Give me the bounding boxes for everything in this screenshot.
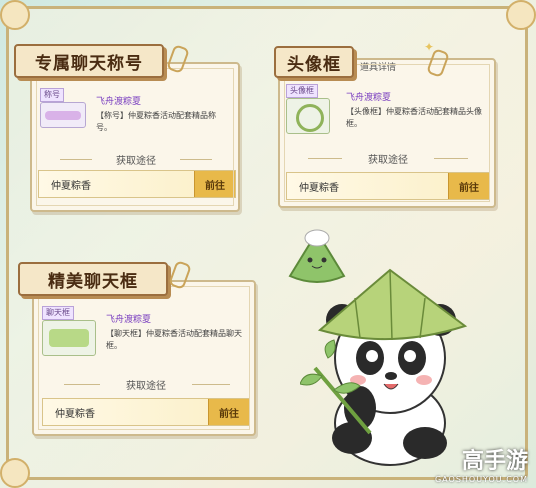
route-title: 获取途径 xyxy=(342,151,434,166)
item-name: 飞舟渡粽夏 xyxy=(96,97,142,107)
star-icon: ✦ xyxy=(424,40,435,54)
go-button[interactable]: 前往 xyxy=(208,399,249,425)
item-type-tag: 称号 xyxy=(40,88,64,102)
item-description: 【聊天框】仲夏粽香活动配套精品聊天框。 xyxy=(106,329,242,350)
chat-item-card: 聊天框 飞舟渡粽夏 【聊天框】仲夏粽香活动配套精品聊天框。 获取途径 仲夏粽香 … xyxy=(32,280,256,436)
watermark-brand: 高手游 xyxy=(461,449,528,474)
route-row[interactable]: 仲夏粽香 前往 xyxy=(38,170,236,198)
title-item-icon[interactable] xyxy=(40,102,86,128)
go-button[interactable]: 前往 xyxy=(194,171,235,197)
route-row[interactable]: 仲夏粽香 前往 xyxy=(42,398,250,426)
item-detail-header: 道具详情 xyxy=(360,63,397,73)
item-name: 飞舟渡粽夏 xyxy=(346,93,392,103)
route-source: 仲夏粽香 xyxy=(51,181,91,192)
chat-banner: 精美聊天框 xyxy=(18,262,168,296)
item-name: 飞舟渡粽夏 xyxy=(106,315,152,325)
title-item-card: 称号 飞舟渡粽夏 【称号】仲夏粽香活动配套精品称号。 获取途径 仲夏粽香 前往 xyxy=(30,62,240,212)
avatar-item-card: 道具详情 头像框 飞舟渡粽夏 【头像框】仲夏粽香活动配套精品头像框。 获取途径 … xyxy=(278,58,496,208)
item-type-tag: 头像框 xyxy=(286,84,318,98)
route-source: 仲夏粽香 xyxy=(299,183,339,194)
corner-ornament xyxy=(0,458,30,488)
route-title: 获取途径 xyxy=(92,152,180,167)
avatar-banner: 头像框 xyxy=(274,46,354,78)
route-title: 获取途径 xyxy=(100,377,192,392)
panda-mascot-icon xyxy=(300,268,468,466)
corner-ornament xyxy=(0,0,30,30)
route-row[interactable]: 仲夏粽香 前往 xyxy=(286,172,490,200)
watermark-url: GAOSHOUYOU.COM xyxy=(434,475,528,484)
watermark: 高手游 GAOSHOUYOU.COM xyxy=(435,443,528,484)
go-button[interactable]: 前往 xyxy=(448,173,489,199)
item-description: 【称号】仲夏粽香活动配套精品称号。 xyxy=(96,111,216,132)
route-source: 仲夏粽香 xyxy=(55,409,95,420)
item-description: 【头像框】仲夏粽香活动配套精品头像框。 xyxy=(346,107,482,128)
title-banner: 专属聊天称号 xyxy=(14,44,164,78)
avatar-frame-icon[interactable] xyxy=(286,98,330,134)
chat-frame-icon[interactable] xyxy=(42,320,96,356)
item-type-tag: 聊天框 xyxy=(42,306,74,320)
corner-ornament xyxy=(506,0,536,30)
